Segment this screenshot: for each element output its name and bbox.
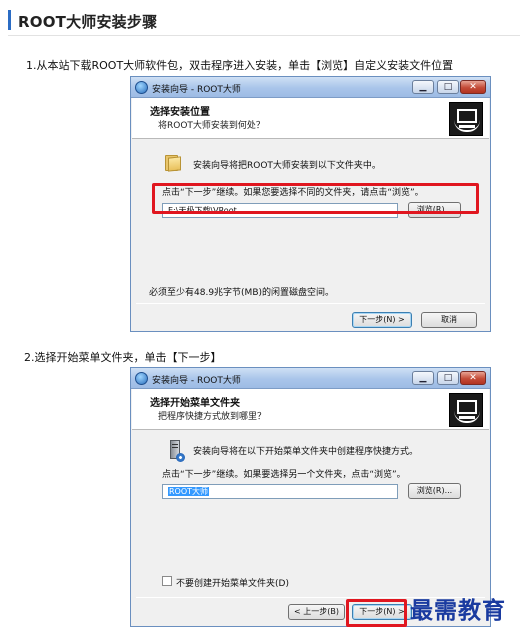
folder-icon: [165, 153, 181, 172]
window-title: 安装向导 - ROOT大师: [152, 85, 241, 95]
wizard-body: 安装向导将在以下开始菜单文件夹中创建程序快捷方式。 点击“下一步”继续。如果要选…: [132, 430, 489, 596]
maximize-button[interactable]: □: [437, 371, 459, 385]
next-button[interactable]: 下一步(N) >: [352, 312, 412, 328]
minimize-button[interactable]: ▁: [412, 371, 434, 385]
no-start-menu-checkbox[interactable]: [162, 576, 172, 586]
page-header: ROOT大师安装步骤: [8, 8, 520, 36]
wizard-header-title: 选择开始菜单文件夹: [150, 398, 240, 409]
wizard-header-subtitle: 把程序快捷方式放到哪里？: [158, 412, 267, 422]
no-start-menu-label[interactable]: 不要创建开始菜单文件夹(D): [176, 576, 289, 589]
start-menu-folder-input[interactable]: ROOT大师: [162, 484, 398, 499]
browse-button[interactable]: 浏览(R)...: [408, 483, 461, 499]
watermark-text: 最需教育: [410, 597, 506, 624]
intro-text: 安装向导将把ROOT大师安装到以下文件夹中。: [193, 161, 381, 171]
maximize-button[interactable]: □: [437, 80, 459, 94]
app-icon: [135, 372, 148, 385]
disk-space-note: 必须至少有48.9兆字节(MB)的闲置磁盘空间。: [149, 288, 335, 298]
start-menu-folder-dialog: 安装向导 - ROOT大师 ▁ □ ✕ 选择开始菜单文件夹 把程序快捷方式放到哪…: [130, 367, 491, 627]
wizard-header-subtitle: 将ROOT大师安装到何处？: [158, 121, 265, 131]
start-menu-server-icon: [167, 440, 185, 462]
step-1-text: 1.从本站下载ROOT大师软件包，双击程序进入安装，单击【浏览】自定义安装文件位…: [26, 59, 454, 72]
browse-highlight-box: [152, 183, 479, 214]
installer-logo-icon: [449, 393, 483, 427]
minimize-button[interactable]: ▁: [412, 80, 434, 94]
footer-divider: [136, 303, 485, 304]
window-titlebar: 安装向导 - ROOT大师 ▁ □ ✕: [131, 368, 490, 389]
cancel-button[interactable]: 取消: [421, 312, 477, 328]
wizard-header: 选择安装位置 将ROOT大师安装到何处？: [132, 98, 489, 139]
window-titlebar: 安装向导 - ROOT大师 ▁ □ ✕: [131, 77, 490, 98]
selected-folder-text: ROOT大师: [168, 487, 210, 496]
app-icon: [135, 81, 148, 94]
instruction-text: 点击“下一步”继续。如果要选择另一个文件夹，点击“浏览”。: [162, 470, 406, 480]
next-highlight-box: [346, 599, 407, 627]
title-accent-bar: [8, 10, 11, 30]
installer-logo-icon: [449, 102, 483, 136]
intro-text: 安装向导将在以下开始菜单文件夹中创建程序快捷方式。: [193, 447, 419, 457]
close-button[interactable]: ✕: [460, 371, 486, 385]
wizard-header: 选择开始菜单文件夹 把程序快捷方式放到哪里？: [132, 389, 489, 430]
window-title: 安装向导 - ROOT大师: [152, 376, 241, 386]
wizard-body: 安装向导将把ROOT大师安装到以下文件夹中。 点击“下一步”继续。如果您要选择不…: [132, 139, 489, 301]
close-button[interactable]: ✕: [460, 80, 486, 94]
page-title: ROOT大师安装步骤: [18, 13, 158, 31]
wizard-header-title: 选择安装位置: [150, 107, 210, 118]
step-2-text: 2.选择开始菜单文件夹，单击【下一步】: [24, 351, 222, 364]
back-button[interactable]: < 上一步(B): [288, 604, 345, 620]
